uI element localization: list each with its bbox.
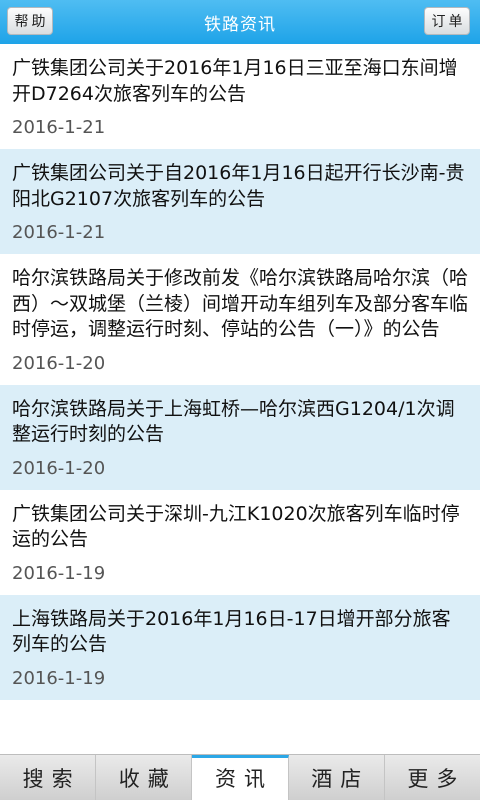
list-item[interactable]: 广铁集团公司关于2016年1月16日三亚至海口东间增开D7264次旅客列车的公告… — [0, 44, 480, 149]
news-date: 2016-1-21 — [12, 117, 106, 138]
bottom-tab-bar: 搜索 收藏 资讯 酒店 更多 — [0, 754, 480, 800]
list-item[interactable]: 上海铁路局关于2016年1月16日-17日增开部分旅客列车的公告 2016-1-… — [0, 594, 480, 700]
news-date: 2016-1-19 — [12, 667, 106, 689]
tab-news[interactable]: 资讯 — [192, 755, 289, 800]
tab-hotel[interactable]: 酒店 — [289, 755, 385, 800]
list-item[interactable]: 哈尔滨铁路局关于上海虹桥—哈尔滨西G1204/1次调整运行时刻的公告 2016-… — [0, 384, 480, 490]
news-title: 上海铁路局关于2016年1月16日-17日增开部分旅客列车的公告 — [12, 607, 451, 656]
tab-search[interactable]: 搜索 — [0, 755, 97, 800]
news-list[interactable]: 广铁集团公司关于2016年1月16日三亚至海口东间增开D7264次旅客列车的公告… — [0, 44, 480, 754]
news-date: 2016-1-19 — [12, 562, 106, 584]
order-button[interactable]: 订单 — [424, 7, 470, 35]
header-bar: 帮助 铁路资讯 订单 — [0, 0, 480, 44]
page-title: 铁路资讯 — [204, 14, 276, 35]
list-item[interactable]: 广铁集团公司关于深圳-九江K1020次旅客列车临时停运的公告 2016-1-19 — [0, 489, 480, 595]
news-title: 哈尔滨铁路局关于上海虹桥—哈尔滨西G1204/1次调整运行时刻的公告 — [12, 397, 455, 446]
list-item[interactable]: 哈尔滨铁路局关于修改前发《哈尔滨铁路局哈尔滨（哈西）～双城堡（兰棱）间增开动车组… — [0, 254, 480, 385]
news-date: 2016-1-20 — [12, 352, 106, 374]
tab-favorites[interactable]: 收藏 — [96, 755, 193, 800]
news-title: 广铁集团公司关于深圳-九江K1020次旅客列车临时停运的公告 — [12, 502, 460, 551]
news-title: 广铁集团公司关于自2016年1月16日起开行长沙南-贵阳北G2107次旅客列车的… — [12, 162, 465, 210]
list-item[interactable]: 广铁集团公司关于自2016年1月16日起开行长沙南-贵阳北G2107次旅客列车的… — [0, 149, 480, 254]
help-button[interactable]: 帮助 — [7, 7, 53, 35]
news-date: 2016-1-20 — [12, 457, 106, 479]
tab-more[interactable]: 更多 — [385, 755, 480, 800]
news-title: 哈尔滨铁路局关于修改前发《哈尔滨铁路局哈尔滨（哈西）～双城堡（兰棱）间增开动车组… — [12, 267, 469, 340]
news-date: 2016-1-21 — [12, 222, 106, 243]
news-title: 广铁集团公司关于2016年1月16日三亚至海口东间增开D7264次旅客列车的公告 — [12, 57, 458, 105]
